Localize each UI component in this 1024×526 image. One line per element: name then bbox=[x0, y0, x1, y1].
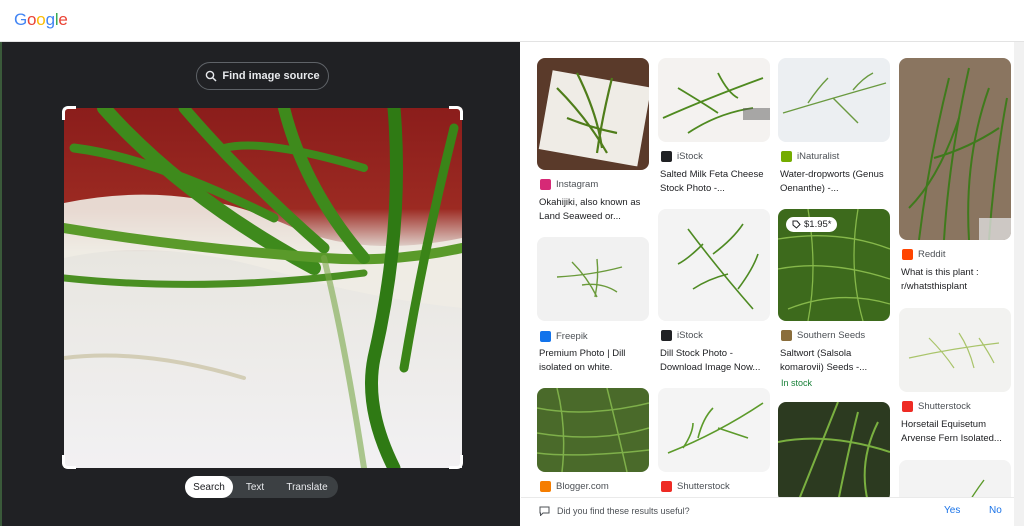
lens-panel: Find image source Search Text Translate bbox=[0, 42, 520, 526]
result-image[interactable] bbox=[899, 58, 1011, 240]
result-image[interactable] bbox=[899, 308, 1011, 392]
result-source[interactable]: iNaturalist bbox=[781, 151, 839, 162]
freepik-icon bbox=[540, 331, 551, 342]
result-source[interactable]: iStock bbox=[661, 330, 703, 341]
result-image[interactable] bbox=[778, 402, 890, 502]
lens-search-icon bbox=[206, 70, 217, 82]
result-image[interactable] bbox=[658, 58, 770, 142]
stock-status: In stock bbox=[781, 378, 813, 388]
mode-switcher: Search Text Translate bbox=[185, 476, 338, 498]
result-image[interactable] bbox=[537, 58, 649, 170]
result-title[interactable]: Horsetail Equisetum Arvense Fern Isolate… bbox=[901, 418, 1017, 446]
result-source[interactable]: Freepik bbox=[540, 331, 588, 342]
feedback-question: Did you find these results useful? bbox=[557, 506, 690, 516]
result-title[interactable]: Dill Stock Photo - Download Image Now... bbox=[660, 347, 776, 375]
result-image[interactable] bbox=[537, 237, 649, 321]
mode-text-tab[interactable]: Text bbox=[233, 476, 277, 498]
istock-icon bbox=[661, 151, 672, 162]
result-image[interactable]: $1.95* bbox=[778, 209, 890, 321]
istock-icon bbox=[661, 330, 672, 341]
result-title[interactable]: What is this plant : r/whatsthisplant bbox=[901, 266, 1017, 294]
feedback-yes-button[interactable]: Yes bbox=[944, 505, 960, 516]
feedback-no-button[interactable]: No bbox=[989, 505, 1002, 516]
feedback-bar: Did you find these results useful? Yes N… bbox=[521, 497, 1024, 526]
scrollbar[interactable] bbox=[1014, 42, 1024, 526]
southern-seeds-icon bbox=[781, 330, 792, 341]
mode-translate-tab[interactable]: Translate bbox=[277, 476, 337, 498]
crop-handle-bottom-left[interactable] bbox=[62, 455, 76, 469]
result-title[interactable]: Salted Milk Feta Cheese Stock Photo -... bbox=[660, 168, 776, 196]
result-image[interactable] bbox=[658, 388, 770, 472]
result-image[interactable] bbox=[658, 209, 770, 321]
cropped-image[interactable] bbox=[64, 108, 462, 468]
result-source[interactable]: Reddit bbox=[902, 249, 945, 260]
price-badge: $1.95* bbox=[786, 217, 838, 232]
find-image-source-label: Find image source bbox=[222, 70, 320, 82]
instagram-icon bbox=[540, 179, 551, 190]
top-bar: Google bbox=[0, 0, 1024, 42]
blogger-icon bbox=[540, 481, 551, 492]
result-source[interactable]: Southern Seeds bbox=[781, 330, 865, 341]
inaturalist-icon bbox=[781, 151, 792, 162]
results-panel: Instagram Okahijiki, also known as Land … bbox=[521, 42, 1024, 526]
crop-handle-top-right[interactable] bbox=[449, 106, 463, 120]
result-image[interactable] bbox=[778, 58, 890, 142]
result-title[interactable]: Saltwort (Salsola komarovii) Seeds -... bbox=[780, 347, 896, 375]
result-title[interactable]: Okahijiki, also known as Land Seaweed or… bbox=[539, 196, 655, 224]
mode-search-tab[interactable]: Search bbox=[185, 476, 233, 498]
result-source[interactable]: Instagram bbox=[540, 179, 598, 190]
result-source[interactable]: Blogger.com bbox=[540, 481, 609, 492]
feedback-icon bbox=[539, 506, 550, 516]
find-image-source-button[interactable]: Find image source bbox=[196, 62, 329, 90]
result-title[interactable]: Water-dropworts (Genus Oenanthe) -... bbox=[780, 168, 896, 196]
tag-icon bbox=[792, 220, 801, 229]
result-source[interactable]: Shutterstock bbox=[902, 401, 971, 412]
result-source[interactable]: iStock bbox=[661, 151, 703, 162]
crop-handle-bottom-right[interactable] bbox=[449, 455, 463, 469]
shutterstock-icon bbox=[902, 401, 913, 412]
result-title[interactable]: Premium Photo | Dill isolated on white. bbox=[539, 347, 655, 375]
result-source[interactable]: Shutterstock bbox=[661, 481, 730, 492]
google-logo[interactable]: Google bbox=[14, 10, 68, 30]
shutterstock-icon bbox=[661, 481, 672, 492]
crop-handle-top-left[interactable] bbox=[62, 106, 76, 120]
reddit-icon bbox=[902, 249, 913, 260]
result-image[interactable] bbox=[537, 388, 649, 472]
